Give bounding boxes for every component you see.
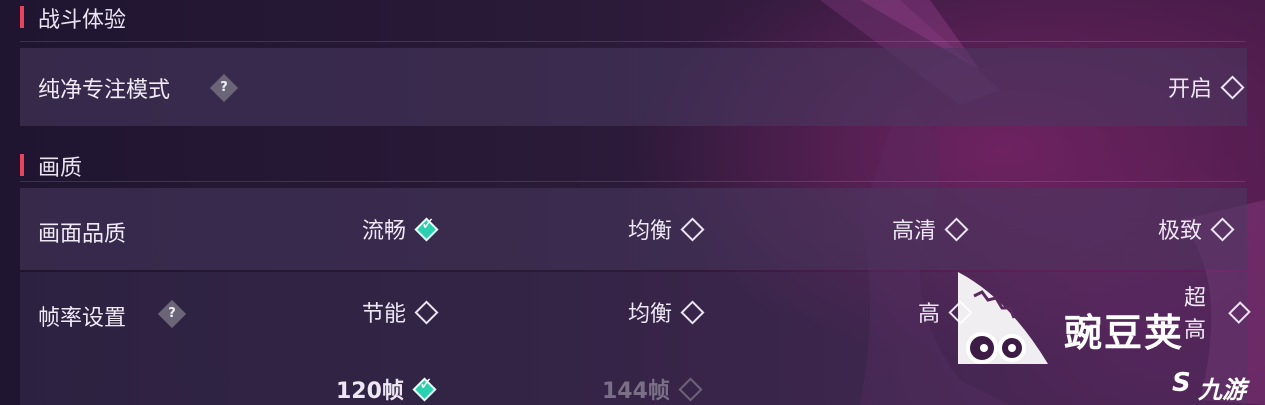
section-title: 画质 [38,156,83,181]
option-quality-smooth[interactable]: 流畅 ✓ [362,213,439,245]
help-icon[interactable]: ? [157,299,187,329]
help-icon[interactable]: ? [209,73,239,103]
option-label: 均衡 [628,302,673,327]
setting-label: 帧率设置 [38,306,127,331]
jiuyou-logo-icon: S [1172,368,1191,398]
option-label: 均衡 [628,219,673,244]
diamond-checked-icon: ✓ [412,374,437,402]
option-frame-high[interactable]: 高 [918,296,973,328]
diamond-checkbox-icon [680,216,705,242]
section-accent-bar [20,6,24,28]
diamond-checkbox-icon [1228,300,1251,324]
setting-row-pure-focus: 纯净专注模式 ? 开启 [20,48,1247,126]
option-frame-ultra[interactable]: 超高 [1184,286,1251,343]
option-frame-power-saving[interactable]: 节能 [362,296,439,328]
option-quality-hd[interactable]: 高清 [892,213,969,245]
setting-row-quality: 画面品质 流畅 ✓ 均衡 高清 极致 [20,188,1247,270]
option-frame-balanced[interactable]: 均衡 [628,296,705,328]
setting-label: 画面品质 [38,222,127,247]
option-frame-120[interactable]: 120帧 ✓ [336,373,437,405]
option-label: 高清 [892,219,937,244]
setting-row-frame-rate: 帧率设置 ? 节能 均衡 高 超高 120帧 ✓ 144帧 [20,272,1251,405]
diamond-checkbox-icon [944,216,969,242]
diamond-checkbox-icon [1210,216,1235,242]
option-label: 超高 [1184,286,1207,343]
option-label: 开启 [1167,77,1212,102]
diamond-checkbox-icon [680,299,705,325]
option-label: 极致 [1158,219,1203,244]
diamond-checkbox-icon [1220,74,1245,100]
wandoujia-watermark: 豌豆荚 [1064,311,1185,355]
option-pure-focus-on[interactable]: 开启 [1167,71,1245,103]
option-label: 高 [918,302,941,327]
setting-label: 纯净专注模式 [38,78,171,103]
section-header-graphics: 画质 [20,144,1265,182]
diamond-checkbox-icon [678,376,703,402]
divider [20,181,1245,182]
divider [20,41,1245,42]
option-quality-ultra[interactable]: 极致 [1158,213,1235,245]
option-label: 144帧 [602,379,670,404]
option-quality-balanced[interactable]: 均衡 [628,213,705,245]
section-accent-bar [20,154,24,176]
jiuyou-watermark: 九游 [1198,376,1246,404]
option-label: 节能 [362,302,407,327]
option-frame-144-disabled: 144帧 [602,373,703,405]
option-label: 流畅 [362,219,407,244]
diamond-checkbox-icon [414,299,439,325]
diamond-checkbox-icon [948,299,973,325]
diamond-checked-icon: ✓ [414,214,439,242]
option-label: 120帧 [336,379,404,404]
section-title: 战斗体验 [38,8,127,33]
section-header-combat: 战斗体验 [20,0,1265,42]
